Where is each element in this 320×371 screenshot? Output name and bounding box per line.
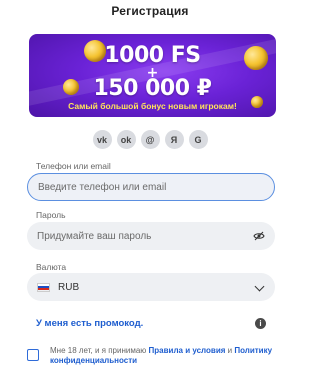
phone-email-input[interactable]: Введите телефон или email	[27, 173, 275, 201]
banner-subtitle: Самый большой бонус новым игрокам!	[68, 101, 237, 111]
odnoklassniki-icon[interactable]: ok	[116, 130, 136, 149]
currency-select[interactable]: RUB	[27, 273, 275, 301]
mail-icon[interactable]: @	[140, 130, 160, 149]
russia-flag-icon	[37, 282, 50, 292]
yandex-icon[interactable]: Я	[164, 130, 184, 149]
chevron-down-icon	[254, 281, 265, 292]
password-label: Пароль	[36, 210, 66, 220]
terms-prefix: Мне 18 лет, и я принимаю	[50, 346, 149, 355]
social-login-bar: vk ok @ Я G	[0, 130, 300, 149]
password-input[interactable]: Придумайте ваш пароль	[27, 222, 275, 250]
eye-off-icon[interactable]	[253, 230, 265, 242]
info-icon[interactable]: i	[255, 318, 266, 329]
password-placeholder: Придумайте ваш пароль	[37, 230, 152, 242]
phone-email-placeholder: Введите телефон или email	[38, 181, 167, 193]
page-title: Регистрация	[111, 4, 189, 18]
currency-value: RUB	[58, 281, 80, 293]
promo-code-link[interactable]: У меня есть промокод.	[36, 318, 143, 329]
google-icon[interactable]: G	[188, 130, 208, 149]
banner-bonus-amount: 150 000 ₽	[93, 76, 212, 101]
terms-text: Мне 18 лет, и я принимаю Правила и услов…	[50, 346, 290, 366]
vk-icon[interactable]: vk	[92, 130, 112, 149]
phone-email-label: Телефон или email	[36, 161, 111, 171]
terms-checkbox[interactable]	[27, 349, 39, 361]
terms-middle: и	[225, 346, 235, 355]
rules-link[interactable]: Правила и условия	[149, 346, 226, 355]
bonus-banner[interactable]: 1000 FS + 150 000 ₽ Самый большой бонус …	[29, 34, 276, 117]
currency-label: Валюта	[36, 262, 67, 272]
